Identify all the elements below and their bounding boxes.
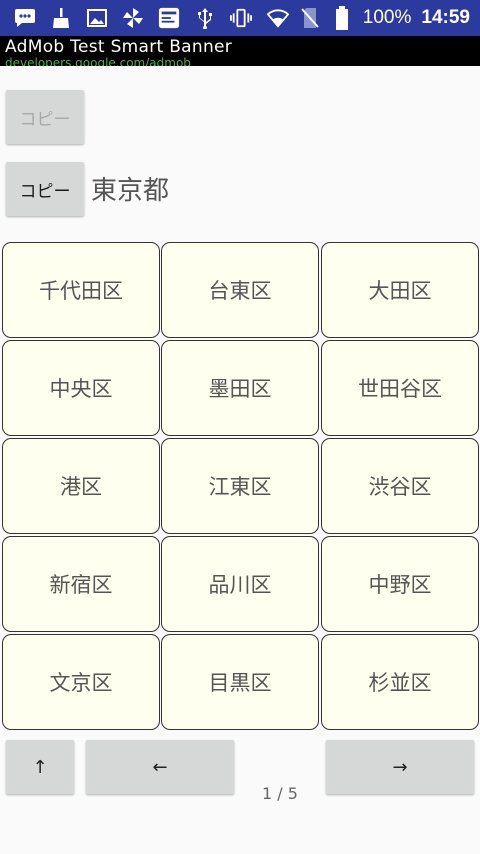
ward-button[interactable]: 杉並区 (321, 634, 479, 730)
pinwheel-icon (122, 7, 144, 29)
ward-button[interactable]: 台東区 (161, 242, 319, 338)
ad-url: developers.google.com/admob (5, 56, 191, 66)
ward-button[interactable]: 中野区 (321, 536, 479, 632)
ward-button[interactable]: 千代田区 (2, 242, 160, 338)
ward-button[interactable]: 文京区 (2, 634, 160, 730)
ward-button[interactable]: 中央区 (2, 340, 160, 436)
battery-percent: 100% (362, 7, 412, 28)
ward-button[interactable]: 目黒区 (161, 634, 319, 730)
ad-banner[interactable]: AdMob Test Smart Banner developers.googl… (0, 36, 480, 66)
clock: 14:59 (421, 7, 470, 28)
ward-grid: 千代田区 台東区 大田区 中央区 墨田区 世田谷区 港区 江東区 渋谷区 新宿区… (0, 241, 480, 731)
ward-button[interactable]: 世田谷区 (321, 340, 479, 436)
prev-page-button[interactable]: ← (86, 740, 234, 794)
ward-button[interactable]: 墨田区 (161, 340, 319, 436)
ward-button[interactable]: 新宿区 (2, 536, 160, 632)
next-page-button[interactable]: → (326, 740, 474, 794)
broom-icon (50, 7, 72, 29)
ward-button[interactable]: 大田区 (321, 242, 479, 338)
copy-top-button[interactable]: コピー (6, 90, 84, 144)
message-icon (14, 7, 36, 29)
ward-button[interactable]: 渋谷区 (321, 438, 479, 534)
no-sim-icon (299, 7, 321, 29)
ward-button[interactable]: 港区 (2, 438, 160, 534)
copy-button[interactable]: コピー (6, 162, 84, 216)
wifi-icon (266, 7, 289, 29)
vibrate-icon (230, 7, 252, 29)
battery-icon (331, 6, 353, 30)
news-app-icon (158, 7, 180, 29)
ward-button[interactable]: 品川区 (161, 536, 319, 632)
ward-button[interactable]: 江東区 (161, 438, 319, 534)
status-bar: 100% 14:59 (0, 0, 480, 36)
up-button[interactable]: ↑ (6, 740, 74, 794)
page-indicator: 1 / 5 (262, 784, 298, 803)
prefecture-label: 東京都 (91, 176, 170, 206)
usb-icon (194, 7, 216, 29)
image-icon (86, 7, 108, 29)
ad-title: AdMob Test Smart Banner (5, 37, 233, 57)
